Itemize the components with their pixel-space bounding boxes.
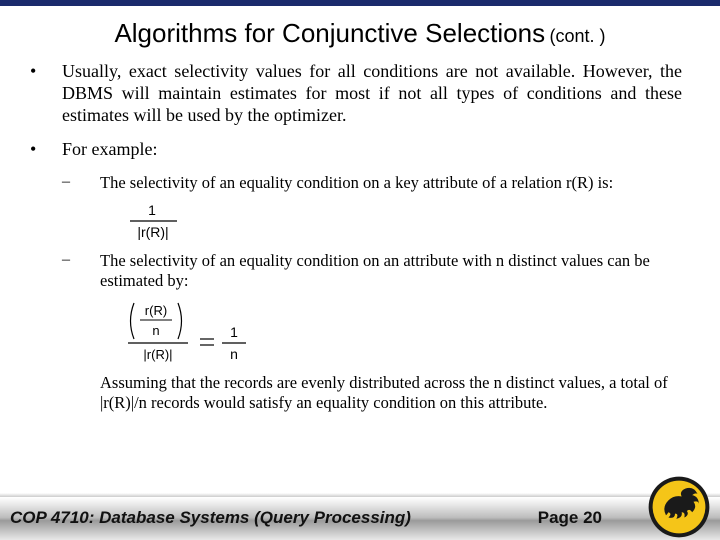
bullet-text: Usually, exact selectivity values for al… xyxy=(62,61,682,127)
content-area: • Usually, exact selectivity values for … xyxy=(0,55,720,496)
paren-right-icon xyxy=(178,303,182,339)
formula-2: r(R) n |r(R)| 1 n xyxy=(122,299,682,363)
slide: Algorithms for Conjunctive Selections (c… xyxy=(0,0,720,540)
formula-text: 1 xyxy=(230,324,238,340)
sub-bullet-text: The selectivity of an equality condition… xyxy=(100,251,682,291)
bullet-text: For example: xyxy=(62,139,157,161)
title-wrap: Algorithms for Conjunctive Selections (c… xyxy=(0,6,720,55)
bullet-item: • Usually, exact selectivity values for … xyxy=(24,61,682,127)
slide-title: Algorithms for Conjunctive Selections xyxy=(114,18,545,48)
dash-icon: – xyxy=(62,251,100,291)
bullet-dot-icon: • xyxy=(24,61,62,127)
footer: COP 4710: Database Systems (Query Proces… xyxy=(0,496,720,540)
paren-left-icon xyxy=(131,303,135,339)
formula-text: n xyxy=(230,346,238,362)
sub-bullet-item: – The selectivity of an equality conditi… xyxy=(24,173,682,193)
footer-course: COP 4710: Database Systems (Query Proces… xyxy=(0,509,411,527)
formula-text: n xyxy=(152,323,159,338)
bullet-item: • For example: xyxy=(24,139,682,161)
slide-title-suffix: (cont. ) xyxy=(550,26,606,46)
formula-denominator: |r(R)| xyxy=(137,224,168,240)
closing-text: Assuming that the records are evenly dis… xyxy=(24,373,682,413)
formula-numerator: 1 xyxy=(148,202,156,218)
ucf-pegasus-logo-icon xyxy=(646,474,712,540)
bullet-dot-icon: • xyxy=(24,139,62,161)
formula-text: |r(R)| xyxy=(143,347,172,362)
sub-bullet-text: The selectivity of an equality condition… xyxy=(100,173,613,193)
dash-icon: – xyxy=(62,173,100,193)
footer-course-text: COP 4710: Database Systems (Query Proces… xyxy=(10,508,411,527)
sub-bullet-item: – The selectivity of an equality conditi… xyxy=(24,251,682,291)
formula-text: r(R) xyxy=(145,303,167,318)
formula-1: 1 |r(R)| xyxy=(122,201,682,241)
